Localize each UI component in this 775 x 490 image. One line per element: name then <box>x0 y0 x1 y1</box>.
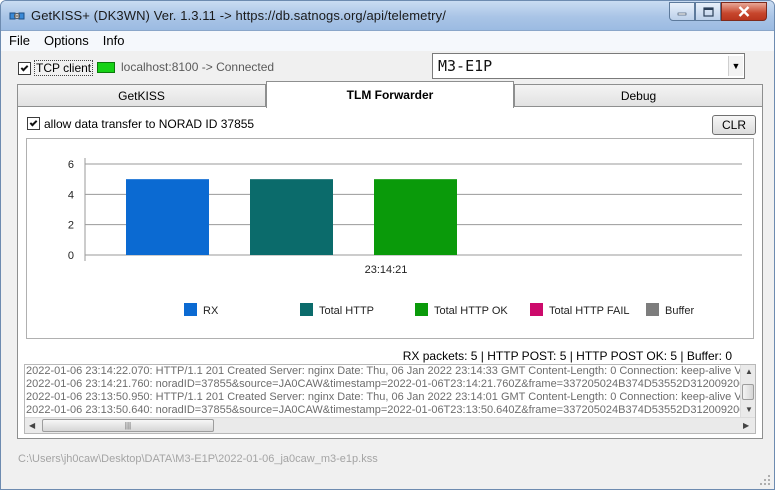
legend-swatch <box>184 303 197 316</box>
packet-stats: RX packets: 5 | HTTP POST: 5 | HTTP POST… <box>402 349 732 363</box>
satellite-select[interactable]: M3-E1P ▼ <box>432 53 745 79</box>
log-line: 2022-01-06 23:14:21.760: noradID=37855&s… <box>26 378 742 390</box>
connection-status-led <box>97 62 115 73</box>
y-tick-label: 0 <box>68 250 74 262</box>
legend-swatch <box>300 303 313 316</box>
maximize-button[interactable] <box>695 2 721 21</box>
legend-swatch <box>415 303 428 316</box>
bar-total-http-ok <box>374 179 457 255</box>
clr-button[interactable]: CLR <box>712 115 756 135</box>
tcp-client-checkbox[interactable] <box>18 62 31 75</box>
bar-rx <box>126 179 209 255</box>
title-bar[interactable]: GetKISS+ (DK3WN) Ver. 1.3.11 -> https://… <box>1 1 774 31</box>
log-lines: 2022-01-06 23:14:22.070: HTTP/1.1 201 Cr… <box>26 365 742 417</box>
resize-grip-icon[interactable] <box>759 474 771 486</box>
tab-debug[interactable]: Debug <box>514 84 763 106</box>
scroll-up-icon[interactable]: ▲ <box>745 367 753 376</box>
tlm-forwarder-panel: allow data transfer to NORAD ID 37855 CL… <box>17 106 763 439</box>
checkmark-icon <box>20 63 29 71</box>
tcp-client-label[interactable]: TCP client <box>34 60 94 76</box>
kss-file-path: C:\Users\jh0caw\Desktop\DATA\M3-E1P\2022… <box>18 453 378 465</box>
menu-bar: File Options Info <box>1 31 774 51</box>
close-icon <box>738 6 750 17</box>
legend-swatch <box>646 303 659 316</box>
minimize-button[interactable] <box>669 2 695 21</box>
window-title: GetKISS+ (DK3WN) Ver. 1.3.11 -> https://… <box>31 8 446 23</box>
x-tick-label: 23:14:21 <box>365 264 408 276</box>
allow-transfer-checkbox[interactable] <box>27 117 40 130</box>
close-button[interactable] <box>721 2 767 21</box>
telemetry-chart-svg: 0 2 4 6 23:14:21 RX Total HTTP Total HTTP OK Tot… <box>68 158 742 317</box>
y-tick-label: 4 <box>68 189 74 201</box>
menu-info[interactable]: Info <box>95 31 131 51</box>
log-box[interactable]: 2022-01-06 23:14:22.070: HTTP/1.1 201 Cr… <box>24 364 756 434</box>
satellite-selected-value: M3-E1P <box>438 57 493 75</box>
scroll-left-icon[interactable]: ◀ <box>29 421 35 430</box>
menu-options[interactable]: Options <box>36 31 95 51</box>
legend-label: RX <box>203 305 219 317</box>
minimize-icon <box>677 12 687 15</box>
log-line: 2022-01-06 23:14:22.070: HTTP/1.1 201 Cr… <box>26 365 742 377</box>
log-vertical-scroll-thumb[interactable] <box>742 384 754 400</box>
telemetry-chart: 0 2 4 6 23:14:21 RX Total HTTP Total HTTP OK Tot… <box>26 138 754 339</box>
legend-label: Total HTTP <box>319 305 374 317</box>
legend-label: Total HTTP FAIL <box>549 305 630 317</box>
scroll-right-icon[interactable]: ▶ <box>743 421 749 430</box>
legend-label: Total HTTP OK <box>434 305 508 317</box>
bar-total-http <box>250 179 333 255</box>
maximize-icon <box>702 6 714 17</box>
log-line: 2022-01-06 23:13:50.950: HTTP/1.1 201 Cr… <box>26 391 742 403</box>
scroll-down-icon[interactable]: ▼ <box>745 405 753 414</box>
tab-tlm-forwarder[interactable]: TLM Forwarder <box>266 81 514 108</box>
menu-file[interactable]: File <box>1 31 36 51</box>
log-line: 2022-01-06 23:13:50.640: noradID=37855&s… <box>26 404 742 416</box>
y-tick-label: 6 <box>68 159 74 171</box>
checkmark-icon <box>29 118 38 126</box>
log-vertical-scrollbar[interactable]: ▲ ▼ <box>740 365 755 418</box>
allow-transfer-label[interactable]: allow data transfer to NORAD ID 37855 <box>44 117 254 131</box>
log-horizontal-scrollbar[interactable]: ◀ ||| ▶ <box>25 417 755 433</box>
y-tick-label: 2 <box>68 220 74 232</box>
legend-swatch <box>530 303 543 316</box>
tab-getkiss[interactable]: GetKISS <box>17 84 266 106</box>
legend-label: Buffer <box>665 305 694 317</box>
dropdown-arrow-icon[interactable]: ▼ <box>728 56 743 76</box>
satellite-app-icon <box>9 12 25 20</box>
app-window: GetKISS+ (DK3WN) Ver. 1.3.11 -> https://… <box>0 0 775 490</box>
log-horizontal-scroll-thumb[interactable]: ||| <box>42 419 214 432</box>
connection-status-text: localhost:8100 -> Connected <box>121 60 275 74</box>
